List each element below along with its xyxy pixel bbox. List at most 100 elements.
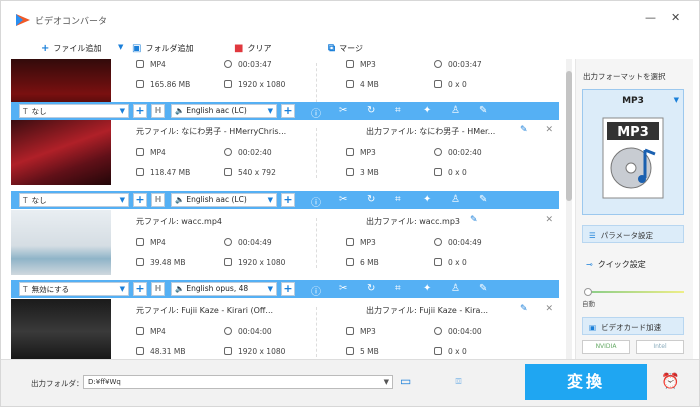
clear-label: クリア <box>247 44 272 53</box>
format-selector[interactable]: MP3 ▼ MP3 <box>582 89 684 215</box>
file-item[interactable]: 元ファイル: wacc.mp4 MP4 00:04:49 39.48 MB 19… <box>11 210 559 275</box>
effect-wand-icon[interactable]: ✦ <box>423 105 431 116</box>
chevron-down-icon: ▼ <box>119 107 125 115</box>
merge-button[interactable]: ⧉ マージ <box>328 43 363 54</box>
rotate-icon[interactable]: ↻ <box>367 194 375 205</box>
text-icon: T <box>23 107 28 116</box>
cut-icon[interactable]: ✂ <box>339 194 347 205</box>
out-resolution: 0 x 0 <box>434 347 467 356</box>
folder-icon <box>136 258 144 266</box>
info-icon[interactable]: ⓘ <box>311 105 321 120</box>
crop-icon[interactable]: ⌗ <box>395 283 401 294</box>
divider <box>316 128 317 178</box>
add-audio-button[interactable]: + <box>281 282 295 296</box>
scrollbar-thumb[interactable] <box>566 71 572 201</box>
rotate-icon[interactable]: ↻ <box>367 105 375 116</box>
hardsub-button[interactable]: H <box>151 104 165 118</box>
edit-pen-icon[interactable]: ✎ <box>479 283 487 294</box>
add-folder-dropdown[interactable]: ▼ <box>118 43 127 51</box>
gpu-accel-toggle[interactable]: ▣ ビデオカード加速 <box>582 317 684 335</box>
file-item[interactable]: 元ファイル: Fujii Kaze - Kirari (Off... MP4 0… <box>11 299 559 359</box>
audio-file-icon <box>346 148 354 156</box>
remove-item-icon[interactable]: ✕ <box>545 125 553 135</box>
watermark-icon[interactable]: ♙ <box>451 105 460 116</box>
clock-icon <box>434 60 442 68</box>
crop-icon[interactable]: ⌗ <box>395 194 401 205</box>
add-audio-button[interactable]: + <box>281 104 295 118</box>
folder-icon <box>136 80 144 88</box>
add-folder-label: フォルダ追加 <box>145 44 194 53</box>
out-format: MP3 <box>346 148 376 157</box>
rename-pencil-icon[interactable]: ✎ <box>470 215 478 225</box>
clock-icon <box>224 148 232 156</box>
remove-item-icon[interactable]: ✕ <box>545 215 553 225</box>
watermark-icon[interactable]: ♙ <box>451 194 460 205</box>
minimize-button[interactable]: — <box>645 11 656 24</box>
remove-item-icon[interactable]: ✕ <box>545 304 553 314</box>
output-folder-input[interactable]: D:¥ff¥Wq ▼ <box>83 375 393 389</box>
parameter-settings-button[interactable]: ☰ パラメータ設定 <box>582 225 684 243</box>
audio-file-icon <box>346 327 354 335</box>
subtitle-select[interactable]: T なし ▼ <box>19 104 129 118</box>
quality-slider[interactable] <box>586 291 684 293</box>
crop-icon[interactable]: ⌗ <box>395 105 401 116</box>
hardsub-button[interactable]: H <box>151 282 165 296</box>
chevron-down-icon: ▼ <box>119 285 125 293</box>
audio-track-select[interactable]: 🔈 English aac (LC) ▼ <box>171 104 277 118</box>
output-folder-label: 出力フォルダ： <box>31 379 84 388</box>
rename-pencil-icon[interactable]: ✎ <box>520 304 528 314</box>
source-file-name: 元ファイル: wacc.mp4 <box>136 217 222 226</box>
cut-icon[interactable]: ✂ <box>339 105 347 116</box>
clock-icon <box>224 327 232 335</box>
audio-track-select[interactable]: 🔈 English opus, 48 ▼ <box>171 282 277 296</box>
cut-icon[interactable]: ✂ <box>339 283 347 294</box>
out-size: 3 MB <box>346 168 379 177</box>
subtitle-select[interactable]: T なし ▼ <box>19 193 129 207</box>
nvidia-badge: NVIDIA <box>582 340 630 354</box>
effect-wand-icon[interactable]: ✦ <box>423 283 431 294</box>
clock-icon <box>434 148 442 156</box>
info-icon[interactable]: ⓘ <box>311 194 321 209</box>
audio-track-select[interactable]: 🔈 English aac (LC) ▼ <box>171 193 277 207</box>
rotate-icon[interactable]: ↻ <box>367 283 375 294</box>
alarm-clock-icon[interactable]: ⏰ <box>661 372 680 390</box>
src-format: MP4 <box>136 327 166 336</box>
video-file-icon <box>136 327 144 335</box>
slider-handle[interactable] <box>584 288 592 296</box>
chevron-down-icon: ▼ <box>267 107 273 115</box>
resolution-icon <box>434 168 442 176</box>
chevron-down-icon: ▼ <box>267 285 273 293</box>
subtitle-select[interactable]: T 無効にする ▼ <box>19 282 129 296</box>
add-folder-button[interactable]: ▣ フォルダ追加 <box>132 43 193 54</box>
app-window: ビデオコンバータ — ✕ + ファイル追加 ▼ ▣ フォルダ追加 ■ クリア ⧉ マージ… <box>0 0 700 407</box>
add-audio-button[interactable]: + <box>281 193 295 207</box>
chevron-down-icon: ▼ <box>673 96 679 104</box>
merge-output-icon[interactable]: ⧈ <box>455 374 462 388</box>
add-file-button[interactable]: + ファイル追加 <box>41 43 101 54</box>
resolution-icon <box>434 347 442 355</box>
mp3-file-icon: MP3 <box>602 117 664 199</box>
file-item[interactable]: 元ファイル: なにわ男子 - HMerryChris... MP4 00:02:… <box>11 120 559 185</box>
close-window-button[interactable]: ✕ <box>671 11 680 24</box>
open-folder-icon[interactable]: ▭ <box>400 374 411 388</box>
effect-wand-icon[interactable]: ✦ <box>423 194 431 205</box>
edit-pen-icon[interactable]: ✎ <box>479 105 487 116</box>
src-size: 165.86 MB <box>136 80 190 89</box>
convert-button[interactable]: 変換 <box>525 364 647 400</box>
clear-button[interactable]: ■ クリア <box>234 43 271 54</box>
divider <box>316 218 317 268</box>
add-subtitle-button[interactable]: + <box>133 282 147 296</box>
watermark-icon[interactable]: ♙ <box>451 283 460 294</box>
checkbox-icon: ▣ <box>589 323 597 332</box>
sliders-icon: ☰ <box>589 231 596 240</box>
out-size: 6 MB <box>346 258 379 267</box>
add-subtitle-button[interactable]: + <box>133 104 147 118</box>
info-icon[interactable]: ⓘ <box>311 283 321 298</box>
out-resolution: 0 x 0 <box>434 168 467 177</box>
title-bar: ビデオコンバータ — ✕ <box>1 1 699 37</box>
format-panel: 出力フォーマットを選択 MP3 ▼ MP3 ☰ パラメータ設定 ⊸ クイック設定 自… <box>575 59 693 359</box>
hardsub-button[interactable]: H <box>151 193 165 207</box>
rename-pencil-icon[interactable]: ✎ <box>520 125 528 135</box>
add-subtitle-button[interactable]: + <box>133 193 147 207</box>
edit-pen-icon[interactable]: ✎ <box>479 194 487 205</box>
